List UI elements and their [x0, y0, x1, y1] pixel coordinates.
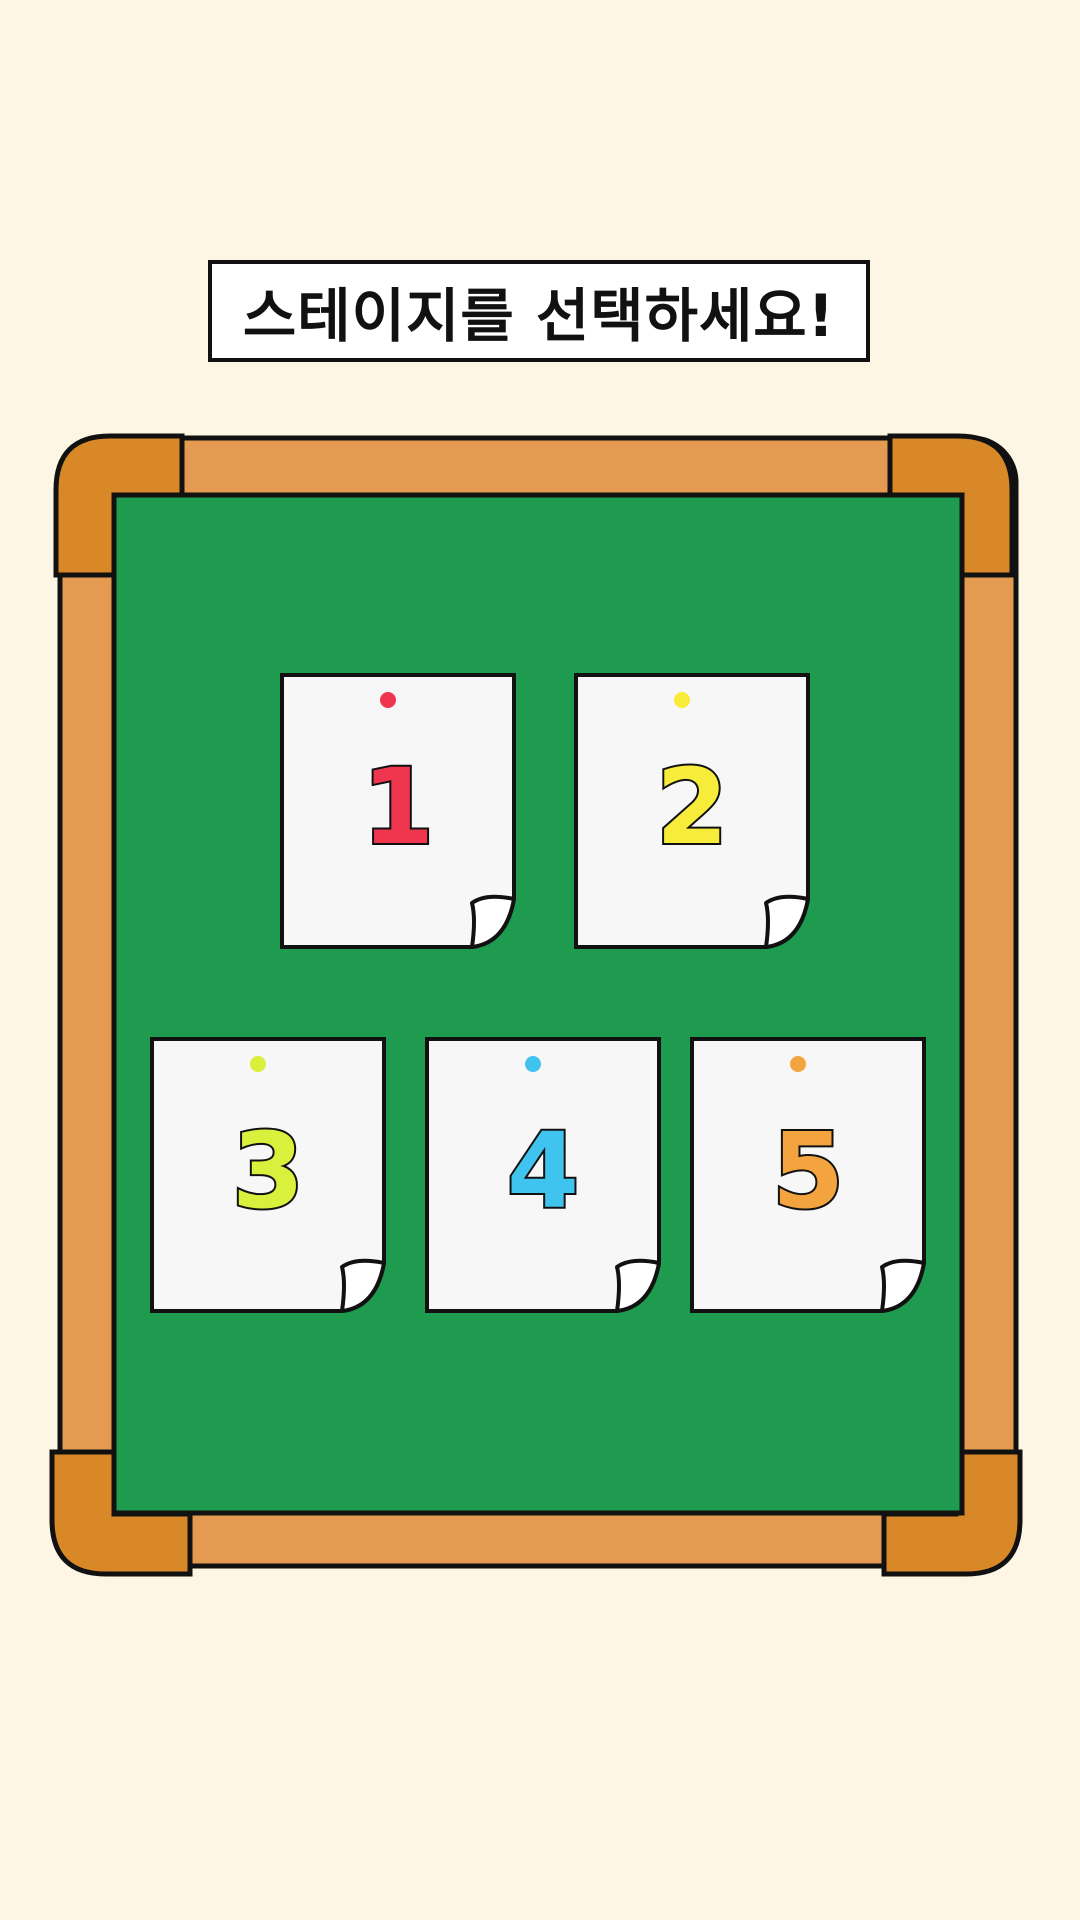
stage-number: 2: [654, 746, 730, 868]
stage-card-4[interactable]: 4: [425, 1037, 661, 1313]
pin-icon: [790, 1056, 806, 1072]
title-banner: 스테이지를 선택하세요!: [208, 260, 870, 362]
stage-number: 1: [360, 746, 436, 868]
pin-icon: [674, 692, 690, 708]
stage-card-3[interactable]: 3: [150, 1037, 386, 1313]
stage-number: 3: [230, 1110, 306, 1232]
paper-curl: [615, 1258, 661, 1313]
pin-icon: [380, 692, 396, 708]
stage-number: 5: [770, 1110, 846, 1232]
stage-card-2[interactable]: 2: [574, 673, 810, 949]
paper-curl: [880, 1258, 926, 1313]
stage-number: 4: [505, 1110, 581, 1232]
paper-curl: [340, 1258, 386, 1313]
page-title: 스테이지를 선택하세요!: [242, 282, 836, 350]
stage-card-1[interactable]: 1: [280, 673, 516, 949]
board-surface: [111, 492, 965, 1516]
pin-icon: [250, 1056, 266, 1072]
paper-curl: [470, 894, 516, 949]
paper-curl: [764, 894, 810, 949]
stage-card-5[interactable]: 5: [690, 1037, 926, 1313]
pin-icon: [525, 1056, 541, 1072]
